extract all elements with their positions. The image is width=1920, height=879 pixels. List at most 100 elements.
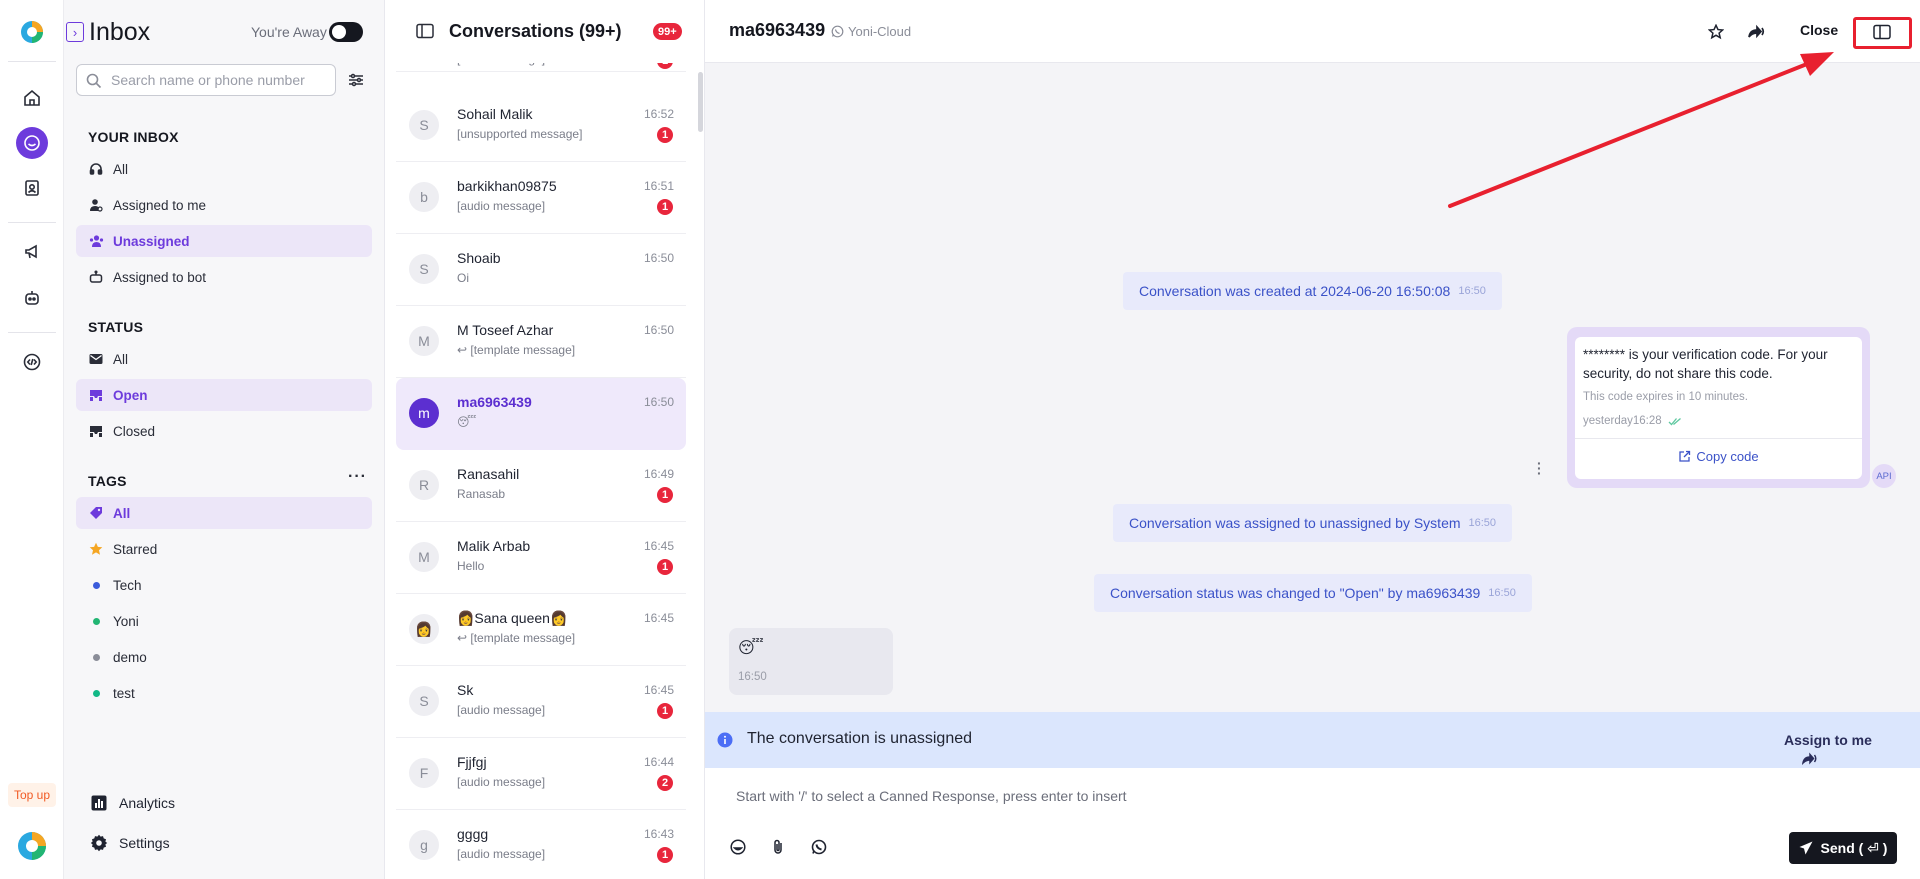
- list-item[interactable]: S Sk [audio message] 16:45 1: [396, 666, 686, 738]
- star-icon[interactable]: [1705, 21, 1727, 43]
- unread-badge: 1: [657, 127, 673, 143]
- assign-to-me-button[interactable]: Assign to me: [1784, 732, 1872, 766]
- tag-item-all[interactable]: All: [76, 497, 372, 529]
- annotation-highlight-box: [1853, 17, 1912, 49]
- status-item-closed[interactable]: Closed: [76, 415, 372, 447]
- inbox-item-label: All: [113, 161, 129, 177]
- search-input[interactable]: [111, 69, 331, 91]
- incoming-message: 😴 16:50: [729, 628, 893, 695]
- attachment-icon[interactable]: [769, 838, 787, 856]
- conversations-title: Conversations (99+): [449, 21, 622, 41]
- send-button[interactable]: Send ( ⏎ ): [1789, 832, 1897, 864]
- conv-time: 16:43: [643, 827, 674, 841]
- inbox-item-assigned-to-bot[interactable]: Assigned to bot: [76, 261, 372, 293]
- conversations-header: Conversations (99+) 99+: [385, 0, 704, 63]
- chat-panel: ma6963439 Yoni-Cloud Close Conversation …: [705, 0, 1920, 879]
- inbox-item-label: Unassigned: [113, 233, 190, 249]
- inbox-item-unassigned[interactable]: Unassigned: [76, 225, 372, 257]
- close-conversation-button[interactable]: Close: [1800, 22, 1838, 38]
- conv-name: gggg: [457, 826, 489, 842]
- conv-time: 16:45: [643, 539, 674, 553]
- conversations-scrollbar[interactable]: [698, 72, 703, 132]
- unread-badge: 1: [657, 199, 673, 215]
- conv-name: Sk: [457, 682, 474, 698]
- list-item[interactable]: S Sohail Malik [unsupported message] 16:…: [396, 90, 686, 162]
- code-icon[interactable]: [16, 346, 48, 378]
- list-item[interactable]: b barkikhan09875 [audio message] 16:51 1: [396, 162, 686, 234]
- incoming-message-time: 16:50: [738, 671, 767, 683]
- avatar: S: [409, 686, 439, 716]
- system-message-text: Conversation status was changed to "Open…: [1110, 585, 1481, 601]
- app-logo-icon[interactable]: [16, 16, 48, 48]
- list-item[interactable]: 👩 👩Sana queen👩 ↩ [template message] 16:4…: [396, 594, 686, 666]
- inbox-item-label: Assigned to me: [113, 197, 207, 213]
- avatar: M: [409, 542, 439, 572]
- list-item[interactable]: F Fjjfgj [audio message] 16:44 2: [396, 738, 686, 810]
- tag-item-label: demo: [113, 649, 147, 665]
- conv-preview: 😴: [457, 415, 477, 429]
- conv-preview: [audio message]: [457, 703, 546, 717]
- message-composer: Send ( ⏎ ): [705, 768, 1920, 879]
- contacts-icon[interactable]: [16, 172, 48, 204]
- list-item[interactable]: g gggg [audio message] 16:43 1: [396, 810, 686, 879]
- tag-item-starred[interactable]: Starred: [76, 533, 372, 565]
- home-icon[interactable]: [16, 82, 48, 114]
- user-avatar-icon[interactable]: [16, 830, 48, 862]
- avatar: M: [409, 326, 439, 356]
- forward-icon[interactable]: [1746, 21, 1768, 43]
- chat-icon[interactable]: [16, 127, 48, 159]
- away-toggle[interactable]: [329, 22, 363, 42]
- system-message: Conversation was created at 2024-06-20 1…: [1123, 272, 1502, 310]
- conv-time: 16:51: [643, 179, 674, 193]
- message-menu-icon[interactable]: · · ·: [1537, 456, 1542, 480]
- left-rail: Top up: [0, 0, 64, 879]
- unread-badge: 2: [657, 775, 673, 791]
- closed-tray-icon: [88, 423, 104, 439]
- template-body-text: ******** is your verification code. For …: [1583, 347, 1828, 381]
- list-item[interactable]: R Ranasahil Ranasab 16:49 1: [396, 450, 686, 522]
- search-box: [76, 64, 336, 96]
- tags-more-icon[interactable]: ···: [348, 468, 367, 486]
- list-item[interactable]: S Shoaib Oi 16:50: [396, 234, 686, 306]
- tag-item-demo[interactable]: demo: [76, 641, 372, 673]
- sender-badge: API: [1872, 464, 1896, 488]
- tag-item-yoni[interactable]: Yoni: [76, 605, 372, 637]
- megaphone-icon[interactable]: [16, 236, 48, 268]
- channel-name: Yoni-Cloud: [848, 24, 912, 39]
- list-item[interactable]: M Malik Arbab Hello 16:45 1: [396, 522, 686, 594]
- avatar: 👩: [409, 614, 439, 644]
- top-up-button[interactable]: Top up: [8, 783, 56, 807]
- settings-link[interactable]: Settings: [90, 831, 170, 855]
- conv-name: Sohail Malik: [457, 106, 533, 122]
- incoming-message-text: 😴: [738, 640, 764, 657]
- list-item-active[interactable]: m ma6963439 😴 16:50: [396, 378, 686, 450]
- whatsapp-template-icon[interactable]: [810, 838, 828, 856]
- template-time: yesterday16:28: [1583, 415, 1682, 427]
- list-item[interactable]: M M Toseef Azhar ↩ [template message] 16…: [396, 306, 686, 378]
- unread-badge: 1: [657, 847, 673, 863]
- sidebar-toggle-icon[interactable]: [416, 23, 434, 39]
- inbox-item-assigned-to-me[interactable]: Assigned to me: [76, 189, 372, 221]
- system-message-time: 16:50: [1468, 517, 1497, 529]
- status-item-open[interactable]: Open: [76, 379, 372, 411]
- avatar: S: [409, 110, 439, 140]
- bot-icon[interactable]: [16, 282, 48, 314]
- inbox-panel: › Inbox You're Away YOUR INBOX All Assig…: [64, 0, 385, 879]
- copy-code-button[interactable]: Copy code: [1575, 449, 1862, 464]
- rail-divider: [8, 332, 56, 333]
- message-input[interactable]: [736, 788, 1636, 812]
- tag-item-tech[interactable]: Tech: [76, 569, 372, 601]
- filter-icon[interactable]: [346, 70, 366, 90]
- expand-panel-button[interactable]: ›: [66, 22, 84, 42]
- assign-to-me-label: Assign to me: [1784, 732, 1872, 748]
- conv-preview: ↩ [template message]: [457, 343, 576, 357]
- conv-time: 16:52: [643, 107, 674, 121]
- status-item-all[interactable]: All: [76, 343, 372, 375]
- emoji-icon[interactable]: [729, 838, 747, 856]
- mail-icon: [88, 351, 104, 367]
- open-tray-icon: [88, 387, 104, 403]
- avatar: b: [409, 182, 439, 212]
- analytics-link[interactable]: Analytics: [90, 791, 175, 815]
- tag-item-test[interactable]: test: [76, 677, 372, 709]
- inbox-item-all[interactable]: All: [76, 153, 372, 185]
